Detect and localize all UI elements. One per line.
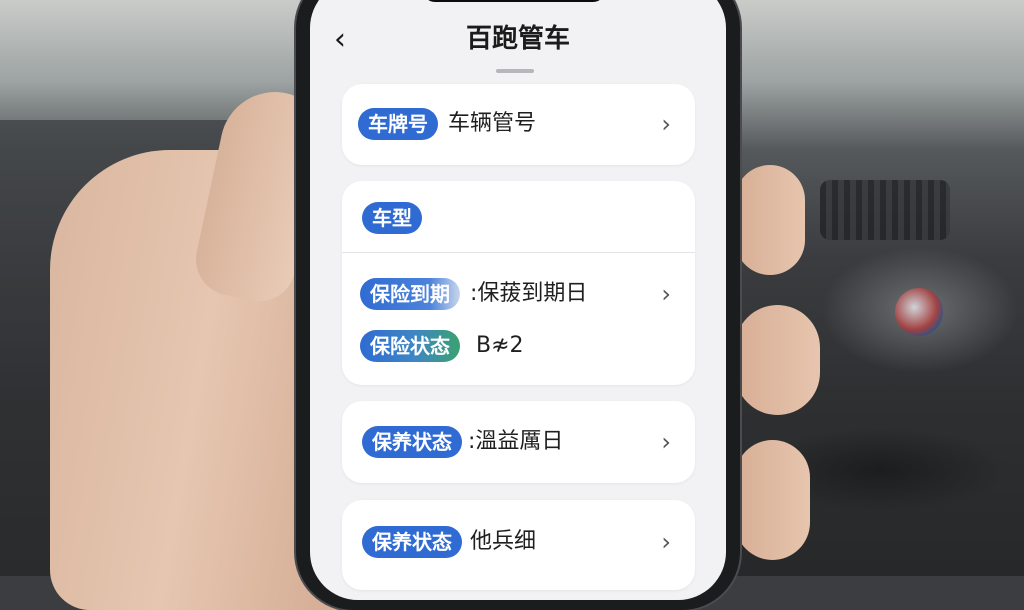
value-insurance-status: B≉2 [476, 333, 524, 358]
row-maintenance-status-1[interactable]: 保养状态 :溫益厲日 › [342, 426, 695, 466]
chevron-right-icon: › [661, 280, 671, 308]
sheet-grabber[interactable] [496, 69, 534, 73]
tag-insurance-status: 保险状态 [360, 330, 460, 362]
hand-finger [735, 305, 820, 415]
chevron-right-icon: › [661, 528, 671, 556]
chevron-right-icon: › [661, 110, 671, 138]
row-vehicle-model[interactable]: 车型 [342, 202, 695, 242]
row-plate-number[interactable]: 车牌号 车辆管号 › [342, 108, 695, 148]
tag-maintenance-status: 保养状态 [362, 426, 462, 458]
value-maintenance-status-2: 他兵细 [470, 529, 537, 554]
row-insurance-due[interactable]: 保险到期 :保菝到期日 › [342, 278, 695, 318]
chevron-right-icon: › [661, 428, 671, 456]
background-control-knob [895, 288, 943, 336]
hand-finger [735, 440, 810, 560]
row-insurance-status[interactable]: 保险状态 B≉2 [342, 330, 695, 370]
page-title: 百跑管车 [465, 24, 570, 54]
tag-maintenance-status: 保养状态 [362, 526, 462, 558]
card-plate: 车牌号 车辆管号 › [342, 84, 695, 165]
hand-finger [735, 165, 805, 275]
card-maintenance-1: 保养状态 :溫益厲日 › [342, 401, 695, 483]
tag-insurance-due: 保险到期 [360, 278, 460, 310]
value-maintenance-status-1: :溫益厲日 [468, 429, 564, 454]
value-insurance-due: :保菝到期日 [470, 281, 588, 306]
value-plate-number: 车辆管号 [448, 111, 537, 136]
tag-vehicle-model: 车型 [362, 202, 422, 234]
background-air-vent [820, 180, 950, 240]
card-vehicle-insurance: 车型 保险到期 :保菝到期日 › 保险状态 B≉2 [342, 181, 695, 385]
divider [342, 252, 695, 253]
phone-notch [423, 0, 605, 2]
tag-plate-number: 车牌号 [358, 108, 438, 140]
card-maintenance-2: 保养状态 他兵细 › [342, 500, 695, 590]
row-maintenance-status-2[interactable]: 保养状态 他兵细 › [342, 526, 695, 566]
